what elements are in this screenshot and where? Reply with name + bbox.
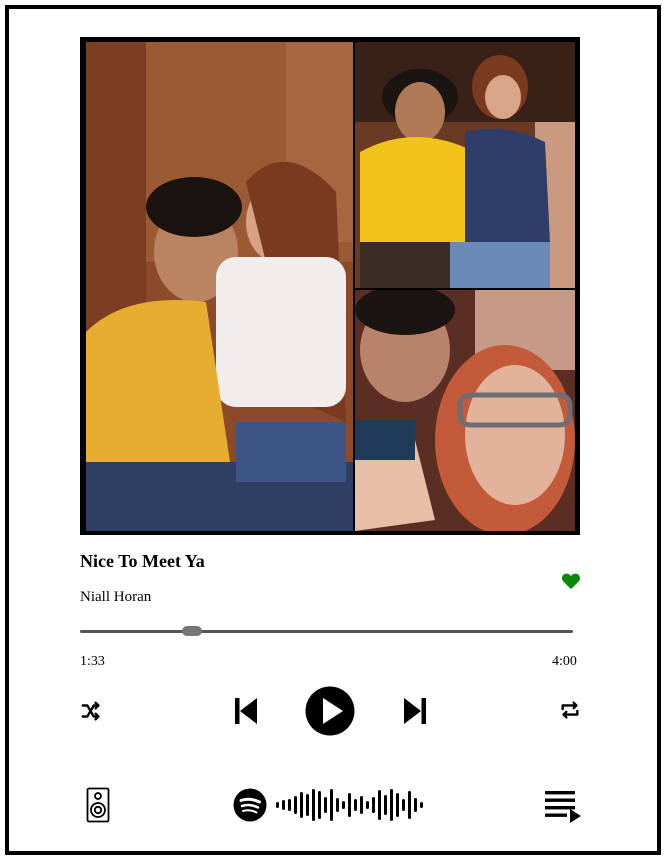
album-cover [80, 37, 580, 535]
heart-icon[interactable] [561, 572, 581, 590]
play-icon[interactable] [305, 686, 355, 736]
song-title: Nice To Meet Ya [80, 551, 205, 571]
skip-next-icon[interactable] [403, 697, 427, 725]
artist-name: Niall Horan [80, 589, 152, 605]
progress-track[interactable] [80, 630, 573, 633]
speaker-icon[interactable] [86, 787, 110, 823]
total-time: 4:00 [552, 654, 577, 669]
photo-couple-top-right [355, 42, 575, 288]
photo-couple-left [86, 42, 353, 531]
progress-handle[interactable] [182, 626, 203, 636]
repeat-icon[interactable] [559, 699, 581, 721]
shuffle-icon[interactable] [80, 700, 102, 722]
spotify-code [276, 787, 428, 823]
skip-previous-icon[interactable] [234, 697, 258, 725]
elapsed-time: 1:33 [80, 654, 105, 669]
spotify-logo-icon [233, 788, 267, 822]
photo-couple-selfie [355, 290, 575, 531]
queue-icon[interactable] [544, 789, 582, 823]
